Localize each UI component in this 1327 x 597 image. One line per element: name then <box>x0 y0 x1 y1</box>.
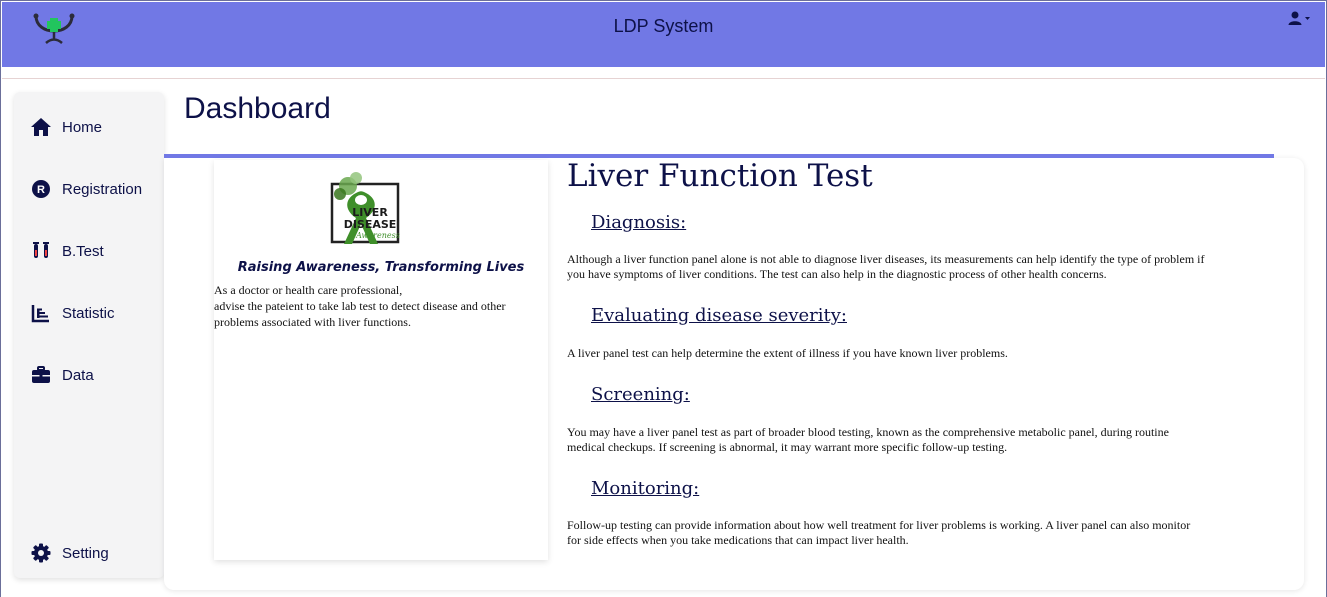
sidebar-item-label: Setting <box>62 544 109 562</box>
section-body-monitoring: Follow-up testing can provide informatio… <box>567 518 1191 547</box>
sidebar-item-label: Statistic <box>62 304 115 322</box>
app-title: LDP System <box>613 16 714 36</box>
registered-icon: R <box>30 178 52 200</box>
advice-line-2: advise the pateient to take lab test to … <box>214 299 506 329</box>
user-menu-button[interactable] <box>1287 10 1313 28</box>
sidebar-item-setting[interactable]: Setting <box>14 535 164 571</box>
sidebar-item-label: Data <box>62 366 94 384</box>
sidebar-item-home[interactable]: Home <box>14 109 164 145</box>
sidebar-item-data[interactable]: Data <box>14 357 164 393</box>
header-divider <box>2 78 1325 79</box>
section-heading-monitoring: Monitoring: <box>591 478 700 499</box>
tagline: Raising Awareness, Transforming Lives <box>237 260 525 275</box>
sidebar-item-registration[interactable]: R Registration <box>14 171 164 207</box>
gear-icon <box>30 542 52 564</box>
section-body-screening: You may have a liver panel test as part … <box>567 425 1169 454</box>
test-tubes-icon <box>30 240 52 262</box>
sidebar-item-btest[interactable]: B.Test <box>14 233 164 269</box>
image-text-awareness: Awareness <box>355 231 400 240</box>
liver-disease-awareness-image: LIVER DISEASE Awareness <box>314 162 414 258</box>
image-text-disease: DISEASE <box>344 218 397 231</box>
user-icon <box>1288 11 1302 25</box>
advice-line-1: As a doctor or health care professional, <box>214 283 403 297</box>
home-icon <box>30 116 52 138</box>
page-title: Dashboard <box>184 92 331 125</box>
section-heading-screening: Screening: <box>591 384 690 405</box>
sidebar-item-label: Home <box>62 118 103 136</box>
sidebar-item-statistic[interactable]: Statistic <box>14 295 164 331</box>
sidebar-item-label: Registration <box>62 180 143 198</box>
awareness-card: LIVER DISEASE Awareness Raising Awarenes… <box>214 160 548 560</box>
briefcase-icon <box>30 364 52 386</box>
caret-down-icon <box>1305 17 1310 20</box>
sidebar-item-label: B.Test <box>62 242 104 260</box>
article-title: Liver Function Test <box>567 158 873 194</box>
section-heading-severity: Evaluating disease severity: <box>591 305 847 326</box>
section-body-severity: A liver panel test can help determine th… <box>567 346 1008 360</box>
top-bar: LDP System <box>2 2 1325 67</box>
advice-text: As a doctor or health care professional,… <box>214 282 524 330</box>
section-body-diagnosis: Although a liver function panel alone is… <box>567 252 1205 281</box>
sidebar: Home R Registration B.Test Statistic Dat… <box>14 92 164 578</box>
section-heading-diagnosis: Diagnosis: <box>591 212 687 233</box>
bar-chart-icon <box>30 302 52 324</box>
svg-text:R: R <box>37 184 45 196</box>
